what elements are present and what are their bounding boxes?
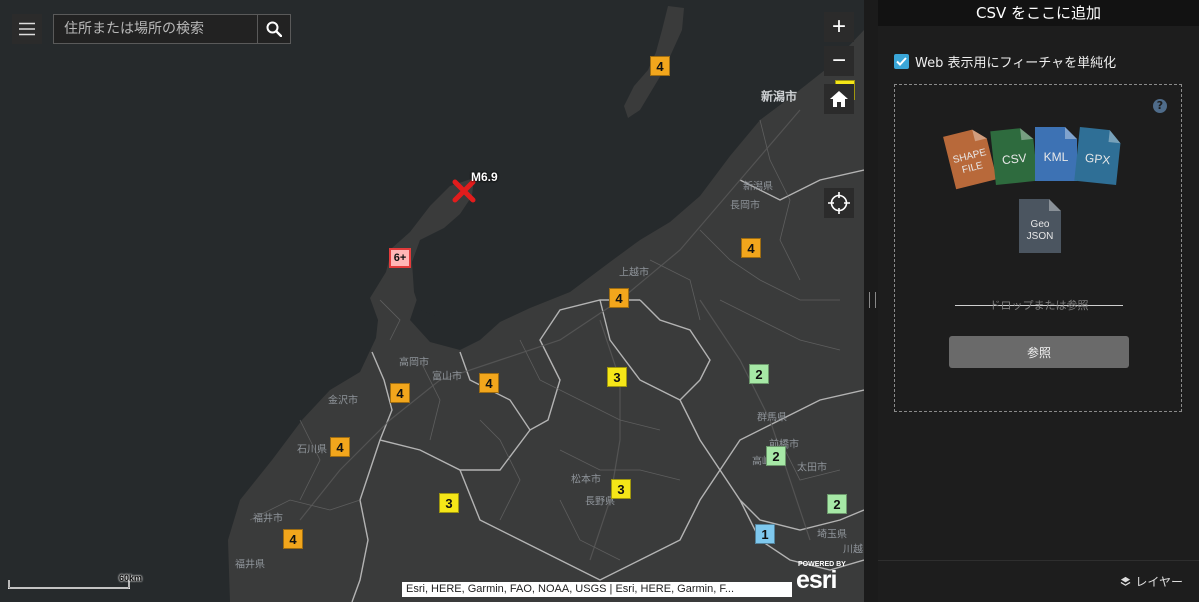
browse-label: 参照 xyxy=(1026,345,1051,360)
place-label-kawagoe: 川越 xyxy=(843,544,863,556)
intensity-marker[interactable]: 3 xyxy=(611,479,631,499)
esri-logo[interactable]: esri xyxy=(796,566,837,595)
place-label-matsumoto: 松本市 xyxy=(571,474,601,486)
help-icon[interactable]: ? xyxy=(1153,99,1167,113)
hamburger-icon xyxy=(19,22,35,36)
file-type-label: Geo xyxy=(1031,219,1050,230)
place-label-fukui-city: 福井市 xyxy=(253,513,283,525)
map-view[interactable]: 新潟市 新潟県 長岡市 上越市 高岡市 富山市 金沢市 石川県 福井市 福井県 松本市 長野県 群馬県前… xyxy=(0,0,864,602)
panel-splitter[interactable] xyxy=(864,0,878,602)
panel-footer: レイヤー xyxy=(878,560,1199,602)
intensity-marker[interactable]: 4 xyxy=(283,529,303,549)
place-label-niigata-pref: 新潟県 xyxy=(743,181,773,193)
file-type-label: CSV xyxy=(1001,151,1027,168)
add-data-panel: CSV をここに追加 Web 表示用にフィーチャを単純化 ? SHAPE FILE… xyxy=(878,0,1199,602)
file-type-gpx-icon: GPX xyxy=(1074,126,1121,186)
intensity-marker[interactable]: 2 xyxy=(766,446,786,466)
zoom-in-label: + xyxy=(831,13,846,40)
splitter-grip-icon xyxy=(869,292,876,308)
place-label-ota: 太田市 xyxy=(797,462,827,474)
intensity-marker[interactable]: 3 xyxy=(607,367,627,387)
layers-label: レイヤー xyxy=(1135,575,1183,589)
magnitude-label: M6.9 xyxy=(471,170,498,184)
search-button[interactable] xyxy=(257,15,290,43)
place-label-fukui-pref: 福井県 xyxy=(235,559,265,571)
intensity-marker[interactable]: 4 xyxy=(650,56,670,76)
place-label-kanazawa: 金沢市 xyxy=(328,395,358,407)
menu-button[interactable] xyxy=(12,14,42,44)
place-label-nagaoka: 長岡市 xyxy=(730,200,760,212)
simplify-checkbox[interactable] xyxy=(894,54,909,69)
panel-title: CSV をここに追加 xyxy=(878,0,1199,26)
intensity-marker[interactable]: 6+ xyxy=(389,248,411,268)
layers-button[interactable]: レイヤー xyxy=(1120,573,1183,590)
place-label-saitama: 埼玉県 xyxy=(817,529,847,541)
zoom-out-button[interactable]: − xyxy=(824,46,854,76)
place-label-takaoka: 高岡市 xyxy=(399,357,429,369)
intensity-marker[interactable]: 3 xyxy=(439,493,459,513)
file-type-label: JSON xyxy=(1027,231,1054,242)
drop-hint: ドロップまたは参照 xyxy=(955,297,1123,312)
place-label-niigata-city: 新潟市 xyxy=(760,89,798,104)
file-type-label: GPX xyxy=(1084,151,1111,168)
basemap xyxy=(0,0,864,602)
file-type-geojson-icon: GeoJSON xyxy=(1019,199,1061,253)
home-icon xyxy=(830,91,848,107)
search-icon xyxy=(266,21,282,37)
intensity-marker[interactable]: 4 xyxy=(390,383,410,403)
attribution-text[interactable]: Esri, HERE, Garmin, FAO, NOAA, USGS | Es… xyxy=(402,582,792,597)
zoom-in-button[interactable]: + xyxy=(824,12,854,42)
intensity-marker[interactable]: 2 xyxy=(827,494,847,514)
place-label-joetsu: 上越市 xyxy=(619,267,649,279)
place-label-toyama: 富山市 xyxy=(432,371,462,383)
intensity-marker[interactable]: 2 xyxy=(749,364,769,384)
place-label-ishikawa: 石川県 xyxy=(297,444,327,456)
browse-button[interactable]: 参照 xyxy=(949,336,1129,368)
search-input[interactable] xyxy=(54,15,257,43)
simplify-option[interactable]: Web 表示用にフィーチャを単純化 xyxy=(894,52,1116,71)
file-drop-zone[interactable]: ? SHAPE FILE CSV KML GPX Geo JSON ドロップまたは参照 参照 xyxy=(894,84,1182,412)
checkmark-icon xyxy=(896,57,907,66)
file-type-label: KML xyxy=(1044,150,1069,164)
scale-label: 60km xyxy=(119,573,143,583)
layers-icon xyxy=(1120,576,1131,586)
place-label-gunma-pref: 群馬県 xyxy=(757,412,787,424)
intensity-marker[interactable]: 1 xyxy=(755,524,775,544)
crosshair-icon xyxy=(828,192,850,214)
search-box xyxy=(53,14,291,44)
intensity-marker[interactable]: 4 xyxy=(609,288,629,308)
drop-hint-text: ドロップまたは参照 xyxy=(989,299,1089,312)
intensity-marker[interactable]: 4 xyxy=(741,238,761,258)
intensity-marker[interactable]: 4 xyxy=(479,373,499,393)
locate-button[interactable] xyxy=(824,188,854,218)
intensity-marker[interactable]: 4 xyxy=(330,437,350,457)
simplify-label: Web 表示用にフィーチャを単純化 xyxy=(915,56,1117,71)
zoom-out-label: − xyxy=(831,47,846,74)
home-button[interactable] xyxy=(824,84,854,114)
